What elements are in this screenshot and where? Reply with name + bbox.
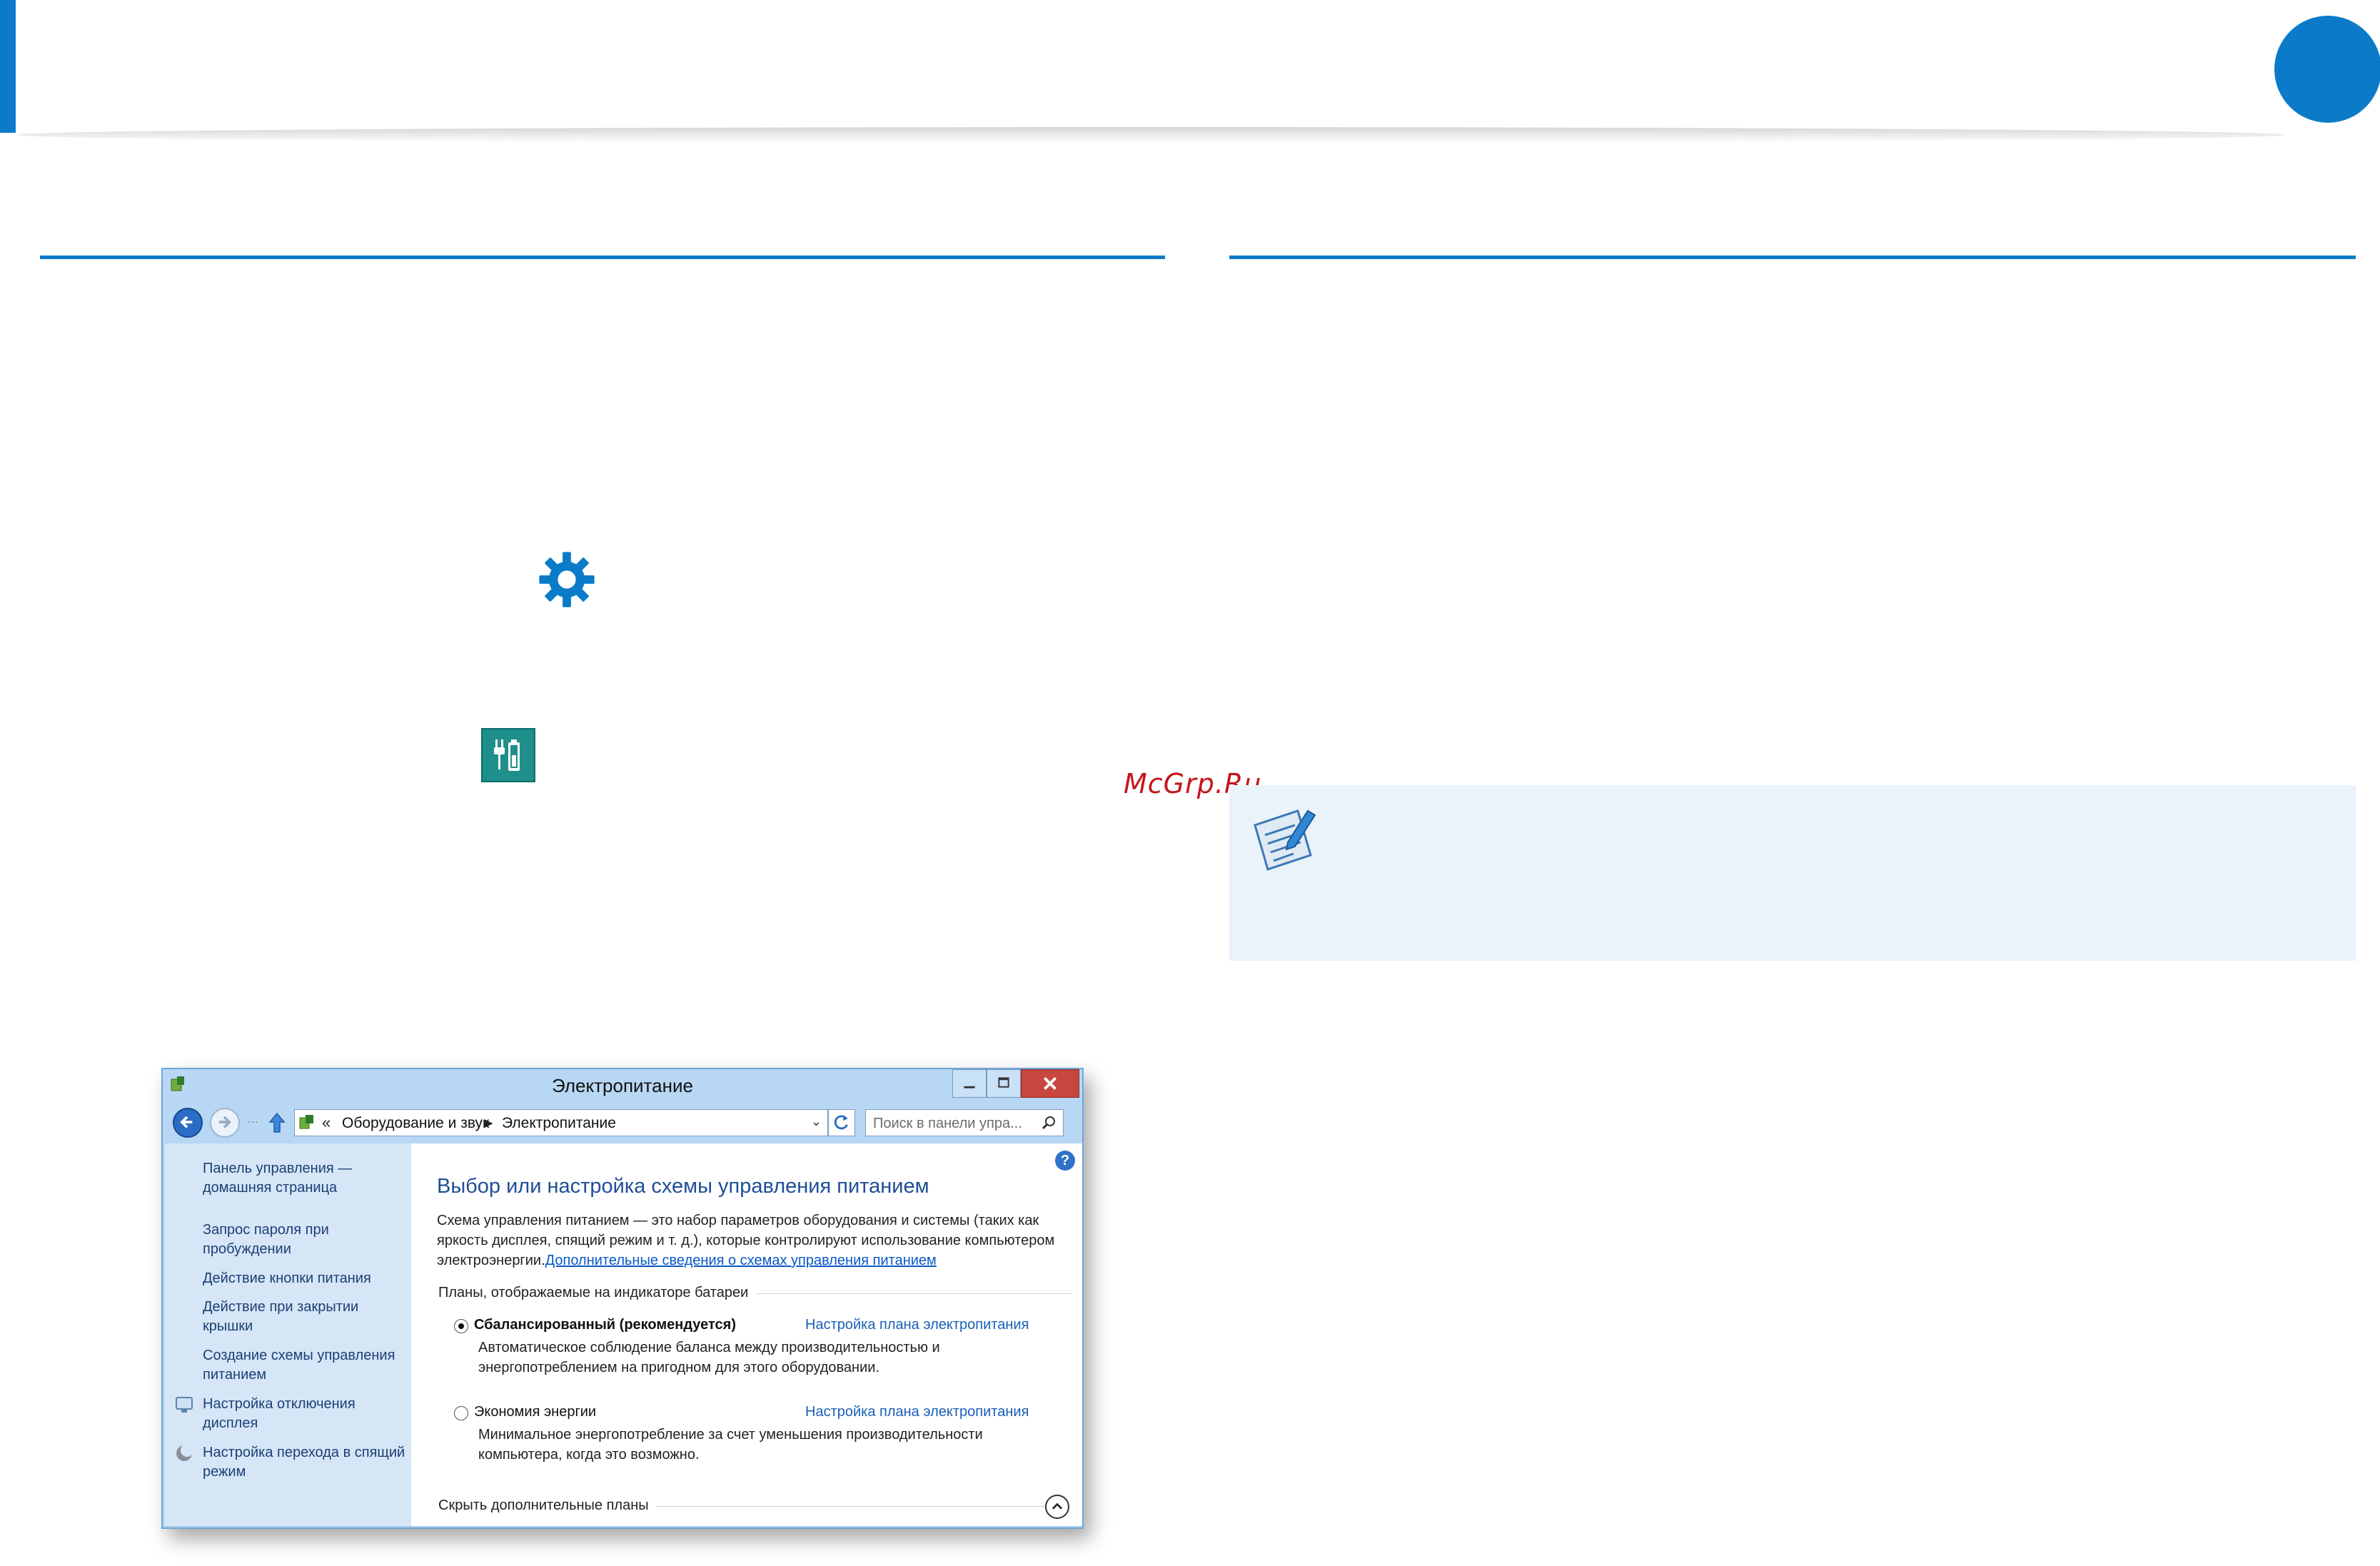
- recent-pages-icon[interactable]: ⋯: [247, 1115, 258, 1129]
- plan-power-saver-settings-link[interactable]: Настройка плана электропитания: [805, 1404, 1029, 1420]
- note-pencil-icon: [1254, 809, 1316, 871]
- sidebar-item-sleep-settings[interactable]: Настройка перехода в спящий режим: [203, 1443, 410, 1482]
- left-accent-bar: [0, 0, 16, 133]
- breadcrumb-separator-icon[interactable]: ▶: [485, 1116, 493, 1129]
- title-bar[interactable]: Электропитание: [163, 1069, 1082, 1101]
- window-title: Электропитание: [552, 1075, 693, 1096]
- description: Схема управления питанием — это набор па…: [437, 1211, 1072, 1271]
- help-icon[interactable]: ?: [1055, 1151, 1075, 1171]
- control-panel-icon: [299, 1115, 313, 1129]
- sidebar-item-create-power-plan[interactable]: Создание схемы управления питанием: [203, 1346, 410, 1385]
- header-shadow: [16, 127, 2286, 143]
- minimize-icon: [964, 1086, 975, 1088]
- maximize-button[interactable]: [987, 1069, 1021, 1098]
- breadcrumb-hardware-sound[interactable]: Оборудование и звук: [342, 1115, 489, 1132]
- right-column-rule: [1229, 256, 2356, 259]
- radio-balanced[interactable]: [454, 1319, 468, 1333]
- back-button[interactable]: [173, 1108, 203, 1138]
- address-prefix: «: [322, 1113, 331, 1131]
- search-input[interactable]: Поиск в панели упра...: [865, 1109, 1064, 1136]
- arrow-right-icon: [218, 1116, 231, 1128]
- sidebar-item-password-on-wakeup[interactable]: Запрос пароля при пробуждении: [203, 1221, 410, 1259]
- chevron-up-icon: [1052, 1502, 1063, 1510]
- chapter-badge: [2274, 16, 2380, 123]
- maximize-icon: [998, 1077, 1009, 1088]
- collapse-button[interactable]: [1045, 1495, 1069, 1519]
- sidebar-item-power-button-action[interactable]: Действие кнопки питания: [203, 1269, 410, 1288]
- note-box: [1229, 785, 2356, 961]
- sidebar-item-control-panel-home[interactable]: Панель управления — домашняя страница: [203, 1159, 410, 1198]
- section-title: Планы, отображаемые на индикаторе батаре…: [438, 1285, 756, 1301]
- plan-balanced-description: Автоматическое соблюдение баланса между …: [478, 1340, 940, 1375]
- arrow-left-icon: [180, 1116, 193, 1128]
- chevron-down-icon[interactable]: ⌄: [811, 1114, 822, 1129]
- power-plug-battery-icon: [481, 728, 535, 782]
- hide-additional-plans-label[interactable]: Скрыть дополнительные планы: [438, 1497, 656, 1514]
- refresh-button[interactable]: [828, 1109, 855, 1136]
- left-column-rule: [40, 256, 1165, 259]
- display-off-icon: [176, 1397, 193, 1413]
- refresh-icon: [834, 1115, 848, 1130]
- navigation-bar: ⋯ « Оборудование и звук ▶ Электропитание…: [163, 1101, 1082, 1143]
- radio-power-saver[interactable]: [454, 1406, 468, 1420]
- plan-power-saver-name[interactable]: Экономия энергии: [474, 1404, 596, 1420]
- sleep-moon-icon: [176, 1444, 193, 1461]
- plan-balanced-settings-link[interactable]: Настройка плана электропитания: [805, 1317, 1029, 1333]
- radio-selected-dot: [458, 1323, 464, 1329]
- search-placeholder: Поиск в панели упра...: [873, 1116, 1022, 1131]
- plan-balanced-name[interactable]: Сбалансированный (рекомендуется): [474, 1317, 736, 1333]
- forward-button[interactable]: [210, 1108, 240, 1138]
- arrow-up-icon[interactable]: [267, 1111, 287, 1135]
- breadcrumb-power-options[interactable]: Электропитание: [502, 1115, 616, 1132]
- power-plans-info-link[interactable]: Дополнительные сведения о схемах управле…: [545, 1253, 937, 1268]
- close-button[interactable]: [1021, 1069, 1079, 1098]
- plan-power-saver-description: Минимальное энергопотребление за счет ум…: [478, 1427, 983, 1463]
- minimize-button[interactable]: [952, 1069, 987, 1098]
- sidebar-item-display-off[interactable]: Настройка отключения дисплея: [203, 1395, 410, 1433]
- search-icon[interactable]: [1040, 1114, 1057, 1131]
- page-title: Выбор или настройка схемы управления пит…: [437, 1175, 929, 1198]
- close-icon: [1044, 1077, 1057, 1090]
- sidebar: Панель управления — домашняя страница За…: [164, 1143, 411, 1526]
- sidebar-item-lid-close-action[interactable]: Действие при закрытии крышки: [203, 1298, 410, 1336]
- gear-icon: [539, 552, 595, 607]
- power-options-window: Электропитание ⋯ « Оборудование и звук ▶…: [161, 1068, 1084, 1529]
- content-pane: ? Выбор или настройка схемы управления п…: [411, 1143, 1082, 1526]
- address-bar[interactable]: « Оборудование и звук ▶ Электропитание ⌄: [294, 1109, 828, 1136]
